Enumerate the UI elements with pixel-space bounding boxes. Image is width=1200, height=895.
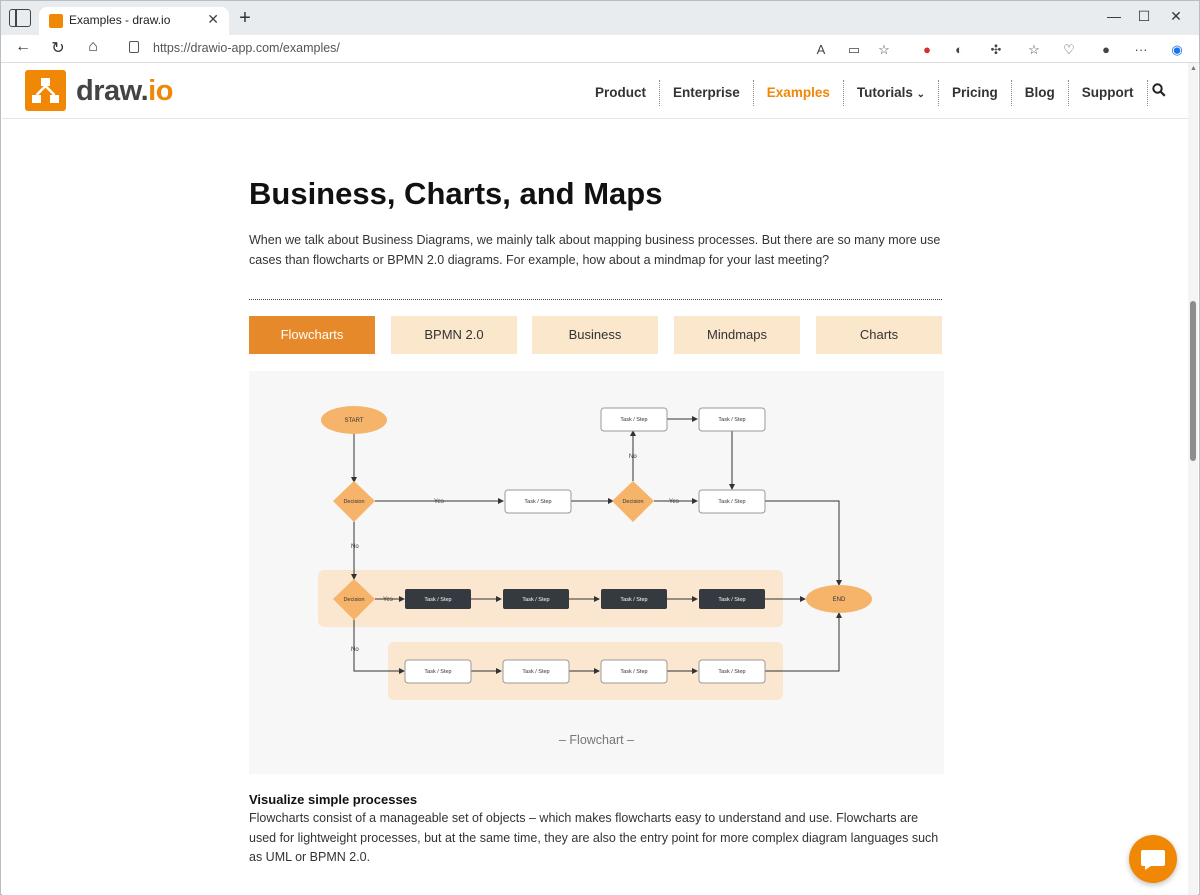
example-tabs: Flowcharts BPMN 2.0 Business Mindmaps Ch… [249, 316, 942, 354]
main-nav: Product Enterprise Examples Tutorials ⌄ … [582, 80, 1148, 106]
page-scrollbar[interactable]: ▲ [1188, 63, 1198, 895]
favorites-icon[interactable]: ☆ [1026, 42, 1042, 58]
logo-wordmark[interactable]: draw.io [76, 75, 173, 108]
flowchart-diagram[interactable]: Yes No Yes No Yes No START END Decision [249, 371, 944, 721]
profile-avatar-icon[interactable]: ● [1098, 42, 1114, 58]
nav-product[interactable]: Product [582, 80, 661, 106]
tab-actions-icon[interactable] [9, 9, 31, 27]
task-label-bottom-3: Task / Step [620, 669, 647, 675]
url-text: https://drawio-app.com/examples/ [153, 41, 340, 55]
close-tab-icon[interactable]: ✕ [207, 11, 219, 28]
website-viewport: draw.io Product Enterprise Examples Tuto… [2, 63, 1188, 895]
page-title: Business, Charts, and Maps [249, 176, 663, 211]
new-tab-icon[interactable]: + [235, 7, 255, 30]
task-label-bottom-2: Task / Step [522, 669, 549, 675]
dark-task-label-3: Task / Step [620, 597, 647, 603]
back-icon[interactable]: ← [11, 38, 35, 56]
task-label-bottom-1: Task / Step [424, 669, 451, 675]
drawio-logo-icon[interactable] [25, 70, 66, 111]
task-label-mid-1: Task / Step [524, 499, 551, 505]
edge-label-no-2: No [351, 544, 359, 550]
tab-bpmn[interactable]: BPMN 2.0 [391, 316, 517, 354]
task-label-mid-2: Task / Step [718, 499, 745, 505]
more-menu-icon[interactable]: ··· [1133, 42, 1149, 58]
extensions-puzzle-icon[interactable]: ✣ [988, 42, 1004, 58]
nav-tutorials-label: Tutorials [856, 85, 913, 100]
favorite-star-icon[interactable]: ☆ [876, 42, 892, 58]
dark-task-label-1: Task / Step [424, 597, 451, 603]
site-header: draw.io Product Enterprise Examples Tuto… [2, 63, 1188, 119]
tab-charts[interactable]: Charts [816, 316, 942, 354]
copilot-icon[interactable]: ◉ [1169, 42, 1185, 58]
dark-task-label-2: Task / Step [522, 597, 549, 603]
chat-button[interactable] [1129, 835, 1177, 883]
task-label-top-1: Task / Step [620, 417, 647, 423]
scroll-up-icon[interactable]: ▲ [1190, 65, 1197, 72]
browser-essentials-icon[interactable]: ♡ [1061, 42, 1077, 58]
divider [249, 299, 942, 300]
edge-label-yes-3: Yes [383, 597, 393, 603]
intro-paragraph: When we talk about Business Diagrams, we… [249, 233, 941, 267]
task-label-top-2: Task / Step [718, 417, 745, 423]
drawio-favicon-icon [49, 14, 63, 28]
connectors [351, 416, 842, 674]
nav-blog[interactable]: Blog [1012, 80, 1069, 106]
start-label: START [344, 418, 363, 424]
end-label: END [833, 597, 846, 603]
decision-label-2: Decision [622, 499, 643, 505]
tab-flowcharts[interactable]: Flowcharts [249, 316, 375, 354]
edge-label-yes-1: Yes [434, 499, 444, 505]
tab-mindmaps[interactable]: Mindmaps [674, 316, 800, 354]
task-label-bottom-4: Task / Step [718, 669, 745, 675]
browser-window: Examples - draw.io ✕ + — ☐ ✕ ← ↻ ⌂ https… [0, 0, 1200, 895]
address-bar: ← ↻ ⌂ https://drawio-app.com/examples/ A… [1, 35, 1199, 63]
nav-pricing[interactable]: Pricing [939, 80, 1012, 106]
close-window-icon[interactable]: ✕ [1153, 8, 1199, 25]
url-field[interactable]: https://drawio-app.com/examples/ [119, 36, 909, 60]
flowchart-example-panel: Yes No Yes No Yes No START END Decision [249, 371, 944, 774]
edge-label-no-3: No [351, 647, 359, 653]
chevron-down-icon: ⌄ [916, 89, 926, 100]
nav-examples[interactable]: Examples [754, 80, 844, 106]
nav-tutorials[interactable]: Tutorials ⌄ [844, 80, 940, 106]
logo-text-accent: io [148, 75, 173, 107]
tab-title: Examples - draw.io [69, 13, 171, 27]
home-icon[interactable]: ⌂ [81, 38, 105, 56]
search-icon[interactable] [1152, 83, 1166, 97]
edge-label-no-1: No [629, 454, 637, 460]
nav-support[interactable]: Support [1069, 80, 1148, 106]
scroll-thumb[interactable] [1190, 301, 1196, 461]
nav-enterprise[interactable]: Enterprise [660, 80, 754, 106]
logo-text-main: draw. [76, 75, 149, 107]
tab-bar: Examples - draw.io ✕ + — ☐ ✕ [1, 1, 1199, 35]
lock-icon [129, 41, 139, 53]
browser-tab[interactable]: Examples - draw.io ✕ [39, 7, 229, 35]
read-aloud-icon[interactable]: A [813, 42, 829, 58]
edge-label-yes-2: Yes [669, 499, 679, 505]
decision-label-1: Decision [343, 499, 364, 505]
opera-extension-icon[interactable]: ● [919, 42, 935, 58]
extension-icon[interactable]: ◐ [951, 42, 967, 58]
section-body: Flowcharts consist of a manageable set o… [249, 811, 939, 864]
diagram-caption: – Flowchart – [558, 733, 635, 747]
section-heading: Visualize simple processes [249, 792, 418, 807]
reader-view-icon[interactable]: ▭ [846, 42, 862, 58]
chat-bubble-icon [1141, 850, 1165, 870]
dark-task-label-4: Task / Step [718, 597, 745, 603]
tab-business[interactable]: Business [532, 316, 658, 354]
decision-label-3: Decision [343, 597, 364, 603]
refresh-icon[interactable]: ↻ [46, 38, 70, 58]
